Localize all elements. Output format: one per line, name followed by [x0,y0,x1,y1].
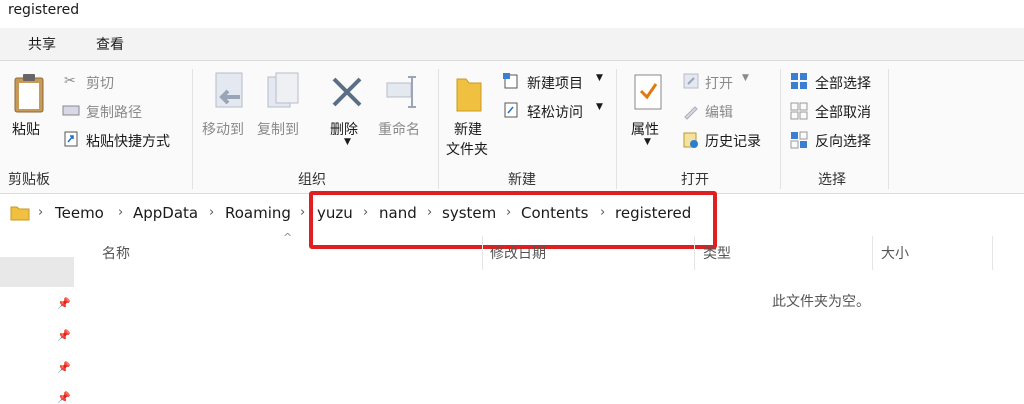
open-label: 打开 [705,76,733,92]
column-divider[interactable] [992,236,993,270]
edit-icon [684,106,698,120]
breadcrumb-appdata[interactable]: AppData [133,204,198,222]
select-none-label: 全部取消 [815,105,871,121]
column-header-modified[interactable]: 修改日期 [490,243,546,263]
chevron-down-icon: ▼ [596,73,603,83]
rename-label: 重命名 [378,122,420,138]
tab-view[interactable]: 查看 [96,34,124,54]
copy-to-icon [267,72,299,108]
new-folder-label-2: 文件夹 [446,142,488,158]
column-divider[interactable] [482,236,483,270]
sort-arrow-icon: ^ [283,231,293,244]
title-bar: registered [0,0,1024,22]
paste-shortcut-label: 粘贴快捷方式 [86,134,170,150]
pin-icon[interactable]: 📌 [57,297,71,310]
new-item-icon [503,73,518,89]
history-label: 历史记录 [705,134,761,150]
move-to-label: 移动到 [202,122,244,138]
column-header-type[interactable]: 类型 [703,243,731,263]
ribbon-divider [616,69,617,189]
easy-access-icon [504,102,518,118]
breadcrumb-teemo[interactable]: Teemo [55,204,104,222]
history-icon [683,132,698,148]
chevron-down-icon: ▼ [644,137,651,147]
copy-path-label: 复制路径 [86,105,142,121]
column-header-size[interactable]: 大小 [881,243,909,263]
window-title: registered [8,2,80,18]
nav-pane-selected-item[interactable] [0,257,74,287]
cut-label: 剪切 [86,76,114,92]
properties-label: 属性 [631,122,659,138]
new-item-label: 新建项目 [527,76,583,92]
column-divider[interactable] [872,236,873,270]
paste-label: 粘贴 [12,122,40,138]
invert-selection-label: 反向选择 [815,134,871,150]
ribbon-divider [192,69,193,189]
chevron-down-icon: ▼ [344,137,351,147]
invert-selection-icon [790,131,808,149]
chevron-down-icon: ▼ [596,102,603,112]
scissors-icon: ✂ [64,73,76,89]
shortcut-icon [64,131,78,147]
move-to-icon [215,72,243,108]
breadcrumb-chevron-icon: › [38,205,44,220]
chevron-down-icon: ▼ [742,73,749,83]
pin-icon[interactable]: 📌 [57,391,71,404]
delete-x-icon [332,77,362,107]
copy-to-label: 复制到 [257,122,299,138]
delete-label: 删除 [330,122,358,138]
rename-icon [386,76,416,108]
ribbon-divider [888,69,889,189]
ribbon: 粘贴 ✂ 剪切 复制路径 粘贴快捷方式 剪贴板 移动到 复制到 删除 ▼ 重命名… [0,60,1024,194]
ribbon-divider [780,69,781,189]
edit-label: 编辑 [705,105,733,121]
select-all-label: 全部选择 [815,76,871,92]
empty-folder-message: 此文件夹为空。 [772,294,870,310]
breadcrumb-roaming[interactable]: Roaming [225,204,291,222]
open-icon [683,73,699,89]
clipboard-icon [14,74,44,113]
column-divider[interactable] [694,236,695,270]
breadcrumb-chevron-icon: › [118,205,124,220]
open-group-label: 打开 [681,172,709,188]
highlight-annotation-box [309,191,717,249]
select-group-label: 选择 [818,172,846,188]
select-all-icon [791,73,807,89]
folder-icon [10,206,30,221]
folder-icon [456,78,482,112]
easy-access-label: 轻松访问 [527,105,583,121]
select-none-icon [790,102,808,120]
clipboard-group-label: 剪贴板 [8,172,50,188]
column-header-name[interactable]: 名称 [102,243,130,263]
breadcrumb-chevron-icon: › [209,205,215,220]
breadcrumb-chevron-icon: › [300,205,306,220]
pin-icon[interactable]: 📌 [57,361,71,374]
ribbon-divider [438,69,439,189]
properties-icon [634,74,662,110]
tab-share[interactable]: 共享 [28,34,56,54]
ribbon-tabs: 共享 查看 [0,28,1024,60]
copy-path-icon [62,105,80,116]
organize-group-label: 组织 [298,172,326,188]
pin-icon[interactable]: 📌 [57,329,71,342]
new-folder-label-1: 新建 [454,122,482,138]
new-group-label: 新建 [508,172,536,188]
